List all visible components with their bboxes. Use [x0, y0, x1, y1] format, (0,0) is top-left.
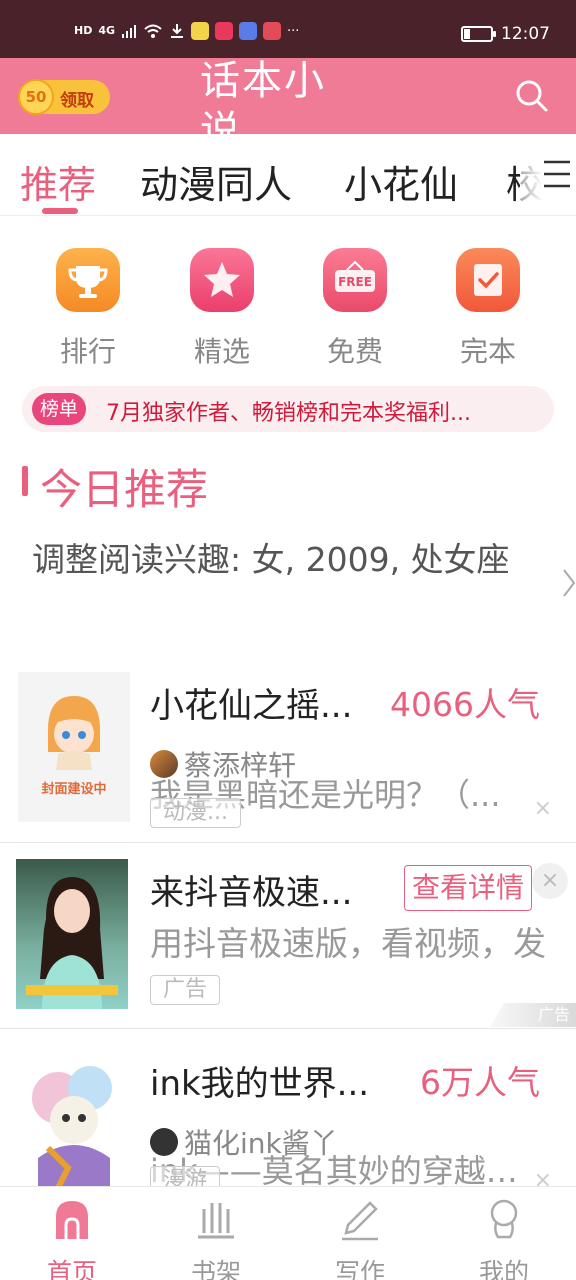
- completed-label: 完本: [459, 335, 516, 368]
- tab-anime-fanfic[interactable]: 动漫同人: [140, 154, 292, 209]
- bottom-navigation: 首页 书架 写作 我的: [0, 1186, 576, 1280]
- reading-interest-link[interactable]: 调整阅读兴趣: 女, 2009, 处女座: [32, 534, 542, 586]
- ranking-badge: 榜单: [32, 393, 87, 425]
- check-book-icon: [456, 248, 520, 312]
- dismiss-icon[interactable]: ×: [534, 796, 552, 821]
- person-photo-icon: [26, 877, 118, 1009]
- book-title: 小花仙之摇...: [150, 686, 353, 726]
- nav-profile-label: 我的: [478, 1258, 529, 1280]
- status-icons: HD 4G ···: [74, 22, 299, 40]
- hd-badge: HD: [74, 24, 93, 37]
- cover-placeholder-text: 封面建设中: [41, 782, 107, 797]
- chevron-right-icon[interactable]: [562, 566, 576, 600]
- tab-flower-fairy[interactable]: 小花仙: [344, 154, 458, 209]
- announcement-banner[interactable]: 榜单 7月独家作者、畅销榜和完本奖福利...: [22, 386, 554, 432]
- claim-coins-button[interactable]: 50 领取: [18, 79, 110, 115]
- placeholder-avatar-icon: [48, 696, 100, 770]
- profile-icon: [490, 1199, 518, 1239]
- free-label: 免费: [326, 335, 383, 368]
- app-title: 话本小说: [200, 58, 326, 134]
- divider: [0, 1028, 576, 1029]
- section-title: 今日推荐: [40, 465, 209, 514]
- featured-entry[interactable]: 精选: [172, 248, 272, 370]
- claim-label: 领取: [60, 91, 94, 111]
- network-badge: 4G: [98, 24, 116, 37]
- tabs-menu-button[interactable]: [520, 134, 576, 214]
- bookshelf-icon: [198, 1203, 234, 1239]
- home-icon: [56, 1201, 88, 1239]
- genre-tag: 动漫...: [150, 798, 241, 828]
- wifi-icon: [144, 24, 162, 38]
- ad-mark: 广告: [490, 1003, 576, 1027]
- app-notification-icon: [191, 22, 210, 40]
- search-button[interactable]: [514, 78, 550, 114]
- book-app-icon: [263, 22, 282, 40]
- nav-profile[interactable]: 我的: [454, 1197, 554, 1280]
- list-item[interactable]: ink我的世界... 6万人气 猫化ink酱丫 ink——莫名其妙的穿越了...…: [0, 1048, 576, 1186]
- ad-title: 来抖音极速...: [150, 873, 353, 913]
- status-right: 12:07: [461, 24, 550, 44]
- ranking-entry[interactable]: 排行: [38, 248, 138, 370]
- category-shortcuts: 排行 精选 FREE 免费 完本: [0, 248, 576, 368]
- app-notification-icon: [215, 22, 234, 40]
- view-details-button[interactable]: 查看详情: [404, 865, 532, 911]
- free-entry[interactable]: FREE 免费: [305, 248, 405, 370]
- list-item[interactable]: 封面建设中 小花仙之摇... 4066人气 蔡添梓轩 我是黑暗还是光明？（...…: [0, 672, 576, 840]
- nav-home-label: 首页: [46, 1258, 97, 1280]
- status-bar: HD 4G ··· 12:07: [0, 0, 576, 58]
- pen-icon: [342, 1201, 378, 1241]
- menu-icon: [544, 160, 570, 188]
- popularity-count: 4066人气: [390, 685, 540, 724]
- announcement-text: 7月独家作者、畅销榜和完本奖福利...: [106, 401, 471, 426]
- ad-tag: 广告: [150, 975, 221, 1005]
- close-ad-icon[interactable]: ×: [532, 863, 568, 899]
- ranking-label: 排行: [59, 335, 116, 368]
- svg-text:FREE: FREE: [338, 275, 372, 289]
- category-tabs: 推荐 动漫同人 小花仙 校园: [0, 134, 576, 216]
- nav-bookshelf[interactable]: 书架: [166, 1197, 266, 1280]
- genre-tag: 漫游: [150, 1166, 221, 1186]
- music-app-icon: [239, 22, 258, 40]
- book-cover: [18, 1048, 130, 1186]
- free-sign-icon: FREE: [323, 248, 387, 312]
- dismiss-icon[interactable]: ×: [534, 1168, 552, 1186]
- app-header: 50 领取 话本小说: [0, 58, 576, 134]
- ad-item[interactable]: 来抖音极速... 查看详情 × 用抖音极速版，看视频，发 广告 广告: [0, 843, 576, 1027]
- ad-image: [16, 859, 128, 1009]
- signal-icon: [122, 25, 137, 38]
- featured-label: 精选: [193, 335, 250, 368]
- book-title: ink我的世界...: [150, 1064, 370, 1104]
- nav-home[interactable]: 首页: [22, 1197, 122, 1280]
- nav-write-label: 写作: [334, 1258, 385, 1280]
- popularity-count: 6万人气: [420, 1063, 540, 1102]
- trophy-icon: [56, 248, 120, 312]
- section-accent-bar: [22, 466, 28, 496]
- download-icon: [171, 24, 184, 38]
- coin-icon: 50: [18, 79, 54, 115]
- book-cover: 封面建设中: [18, 672, 130, 822]
- active-tab-indicator: [42, 208, 78, 214]
- ad-description: 用抖音极速版，看视频，发: [150, 924, 546, 963]
- nav-bookshelf-label: 书架: [190, 1258, 241, 1280]
- more-notifications: ···: [287, 23, 300, 39]
- star-icon: [190, 248, 254, 312]
- battery-icon: [461, 26, 496, 42]
- tab-recommend[interactable]: 推荐: [20, 154, 96, 209]
- clock: 12:07: [501, 24, 550, 44]
- completed-entry[interactable]: 完本: [438, 248, 538, 370]
- nav-write[interactable]: 写作: [310, 1197, 410, 1280]
- search-icon: [516, 80, 548, 112]
- cartoon-cover-icon: [32, 1066, 112, 1186]
